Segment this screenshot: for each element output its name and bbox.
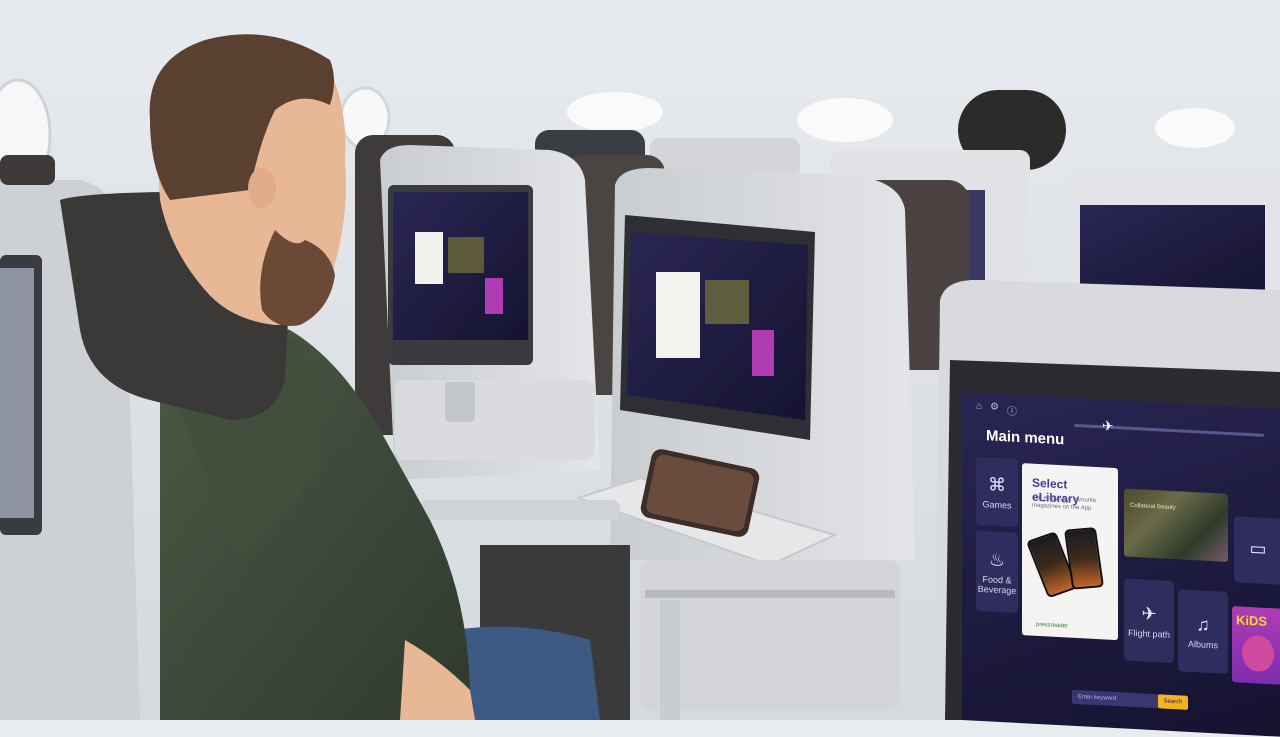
cloche-icon: ♨ bbox=[988, 548, 1006, 570]
tv-tile[interactable]: ▭ bbox=[1234, 516, 1280, 585]
settings-icon[interactable]: ⚙ bbox=[990, 401, 999, 416]
airplane-icon: ✈ bbox=[1102, 417, 1114, 434]
games-tile[interactable]: ⌘ Games bbox=[976, 456, 1018, 527]
flight-path-tile[interactable]: ✈ Flight path bbox=[1124, 578, 1174, 664]
search-input[interactable]: Enter keyword bbox=[1072, 689, 1160, 709]
ife-top-bar: ⌂ ⚙ ⓘ bbox=[976, 401, 1017, 418]
home-icon[interactable]: ⌂ bbox=[976, 401, 982, 416]
movie-title: Collateral Beauty bbox=[1130, 502, 1176, 512]
music-note-icon: ♫ bbox=[1196, 613, 1210, 635]
tv-icon: ▭ bbox=[1249, 537, 1267, 559]
page-title: Main menu bbox=[986, 427, 1065, 449]
movie-tile[interactable]: Collateral Beauty bbox=[1124, 488, 1228, 562]
kids-tile[interactable]: KiDS bbox=[1232, 606, 1280, 685]
ife-main-menu-screen[interactable]: ⌂ ⚙ ⓘ ✈ Main menu ⌘ Games ♨ Food & Bever… bbox=[962, 392, 1280, 737]
elibrary-promo-card[interactable]: Select eLibrary and enjoy your favourite… bbox=[1022, 463, 1118, 641]
albums-tile[interactable]: ♫ Albums bbox=[1178, 589, 1228, 674]
airplane-icon: ✈ bbox=[1141, 602, 1157, 624]
tile-label: Flight path bbox=[1127, 627, 1171, 640]
elibrary-subtitle: and enjoy your favourite magazines on th… bbox=[1032, 494, 1097, 512]
search-button[interactable]: Search bbox=[1158, 694, 1188, 710]
food-beverage-tile[interactable]: ♨ Food & Beverage bbox=[976, 530, 1018, 613]
tile-label: Food & Beverage bbox=[977, 573, 1017, 596]
pressreader-logo: pressreader bbox=[1036, 621, 1069, 630]
tile-label: Games bbox=[982, 498, 1012, 511]
info-icon[interactable]: ⓘ bbox=[1007, 402, 1017, 418]
gamepad-icon: ⌘ bbox=[988, 473, 1006, 495]
tile-label: Albums bbox=[1187, 638, 1218, 650]
kids-character-graphic bbox=[1242, 634, 1274, 673]
kids-label: KiDS bbox=[1236, 612, 1268, 629]
